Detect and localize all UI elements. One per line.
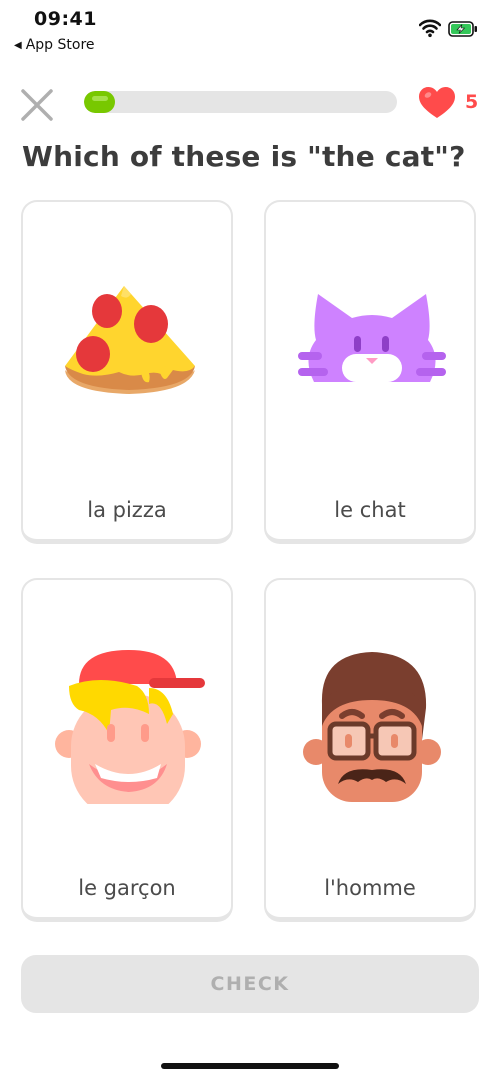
choice-card-le-garcon[interactable]: le garçon [21, 578, 233, 922]
battery-charging-icon [448, 21, 477, 37]
back-to-app-store[interactable]: ◀ App Store [14, 37, 95, 53]
wifi-icon [419, 19, 441, 38]
choice-card-la-pizza[interactable]: la pizza [21, 200, 233, 544]
back-app-label: App Store [25, 37, 95, 53]
choice-card-le-chat[interactable]: le chat [264, 200, 476, 544]
question-title: Which of these is "the cat"? [22, 140, 466, 173]
choice-card-lhomme[interactable]: l'homme [264, 578, 476, 922]
progress-fill [84, 91, 116, 113]
man-icon [303, 652, 441, 802]
hearts-count: 5 [465, 91, 479, 113]
cat-icon [298, 294, 446, 382]
choice-label: le garçon [78, 876, 176, 900]
home-indicator [161, 1063, 339, 1069]
status-time: 09:41 [34, 8, 97, 30]
boy-icon [55, 650, 205, 804]
heart-icon [419, 87, 455, 118]
choice-label: l'homme [324, 876, 416, 900]
back-arrow-icon: ◀ [14, 39, 22, 51]
check-button[interactable]: CHECK [21, 955, 479, 1013]
pizza-icon [65, 286, 195, 394]
choice-label: la pizza [87, 498, 167, 522]
lesson-progress-bar [84, 91, 397, 113]
choice-label: le chat [334, 498, 406, 522]
close-icon[interactable] [18, 86, 56, 124]
progress-shine [92, 96, 108, 101]
